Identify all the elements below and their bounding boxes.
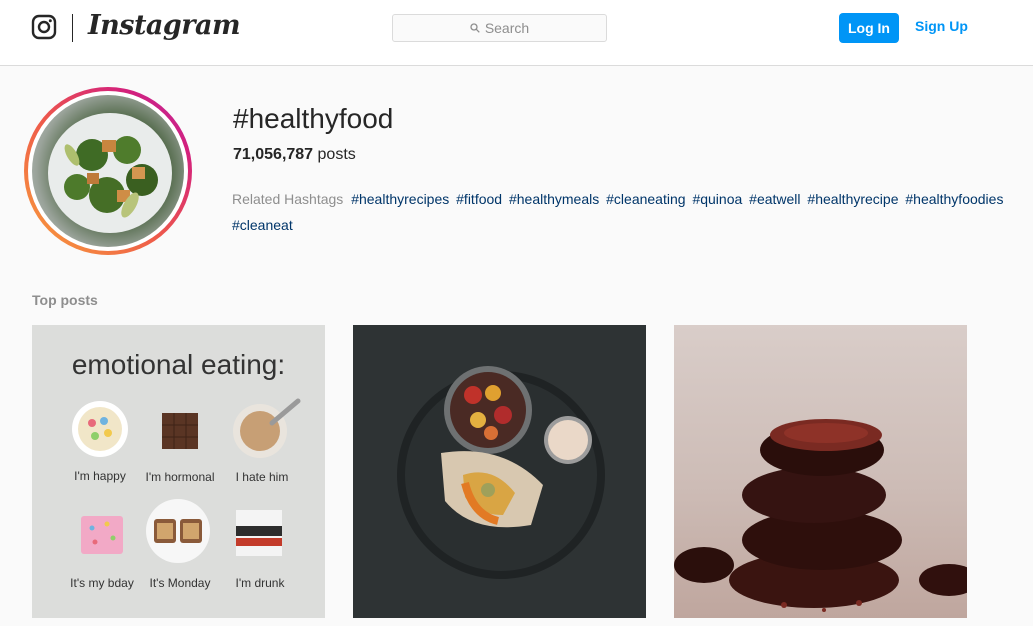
related-hashtags-label: Related Hashtags [232, 191, 344, 207]
post-count: 71,056,787 posts [233, 146, 356, 164]
post-caption: I'm drunk [235, 576, 285, 590]
top-post-2[interactable] [353, 325, 646, 618]
post-caption: I hate him [235, 470, 289, 484]
search-input[interactable]: Search [392, 14, 607, 42]
avatar-image [32, 95, 184, 247]
related-tag-link[interactable]: #cleaneat [232, 217, 293, 233]
top-posts-heading: Top posts [32, 292, 98, 308]
chocolate-bar-icon [162, 413, 198, 449]
related-tag-link[interactable]: #healthyrecipes [351, 191, 449, 207]
related-tag-link[interactable]: #healthyfoodies [905, 191, 1003, 207]
signup-link[interactable]: Sign Up [915, 18, 968, 34]
logo-divider [72, 14, 73, 42]
cereal-bowl-icon [72, 401, 128, 457]
top-bar: Instagram Search Log In Sign Up [0, 0, 1033, 66]
peanut-butter-jar-icon [233, 398, 301, 458]
top-post-1[interactable]: emotional eating: I'm happy I'm hormonal… [32, 325, 325, 618]
search-icon [470, 23, 480, 33]
related-tag-link[interactable]: #healthymeals [509, 191, 599, 207]
post-caption: I'm hormonal [145, 470, 215, 484]
instagram-camera-icon[interactable] [31, 14, 57, 40]
toast-plate-icon [146, 499, 210, 563]
instagram-wordmark[interactable]: Instagram [88, 10, 241, 41]
hashtag-avatar [24, 87, 192, 255]
post-caption: I'm happy [74, 469, 126, 483]
related-tag-link[interactable]: #eatwell [749, 191, 800, 207]
post-count-number: 71,056,787 [233, 146, 314, 163]
fast-food-box-icon [236, 510, 282, 556]
salad-illustration [48, 113, 172, 233]
wrap-plate-photo [397, 366, 605, 579]
related-tag-link[interactable]: #quinoa [692, 191, 742, 207]
related-tag-link[interactable]: #fitfood [456, 191, 502, 207]
top-post-3[interactable] [674, 325, 967, 618]
post-caption: It's my bday [70, 576, 134, 590]
related-tag-link[interactable]: #healthyrecipe [807, 191, 898, 207]
related-hashtags: Related Hashtags #healthyrecipes #fitfoo… [232, 186, 1032, 238]
post-caption: It's Monday [149, 576, 211, 590]
birthday-cake-icon [81, 516, 123, 554]
search-placeholder: Search [484, 20, 530, 36]
post-count-unit: posts [317, 146, 356, 163]
hashtag-title: #healthyfood [233, 103, 394, 134]
login-button[interactable]: Log In [839, 13, 899, 43]
post-text-title: emotional eating: [71, 349, 286, 380]
chocolate-cookies-photo [674, 419, 967, 612]
related-tag-link[interactable]: #cleaneating [606, 191, 685, 207]
